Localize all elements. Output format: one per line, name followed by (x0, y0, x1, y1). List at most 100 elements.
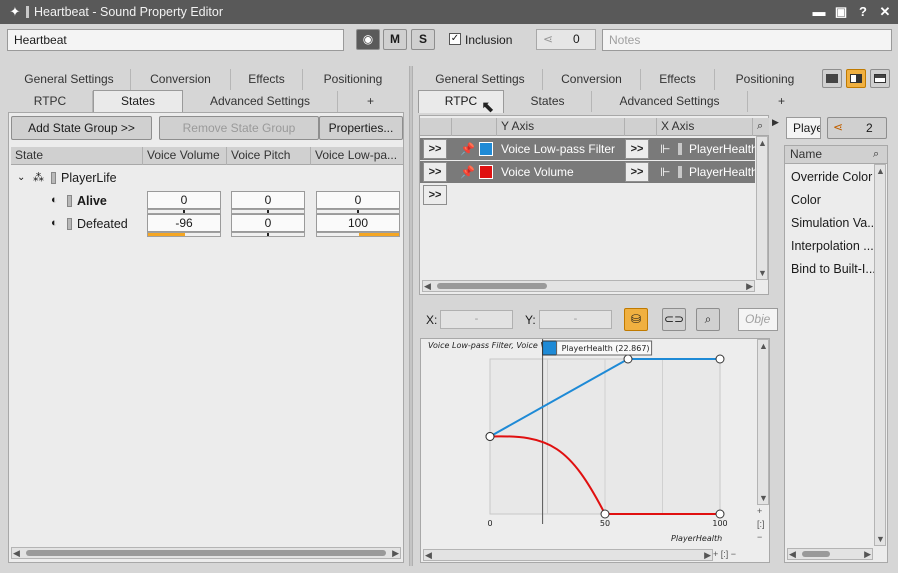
tab-effects[interactable]: Effects (641, 69, 715, 90)
scroll-right-icon[interactable]: ▶ (704, 550, 711, 561)
layout-single-icon[interactable] (822, 69, 842, 88)
help-icon[interactable]: ? (854, 3, 872, 21)
property-item[interactable]: Bind to Built-I... (791, 262, 876, 276)
zoom-icon[interactable]: ⌕ (696, 308, 720, 331)
tab-add[interactable]: + (338, 91, 403, 112)
expand-button[interactable]: >> (423, 139, 447, 159)
pin-icon[interactable]: 📌 (460, 161, 475, 183)
tab-rtpc[interactable]: RTPC (8, 91, 93, 112)
graph-horizontal-scrollbar[interactable]: ◀ ▶ (423, 549, 713, 561)
chevron-down-icon[interactable]: ⌄ (17, 172, 25, 183)
column-state[interactable]: State (11, 147, 143, 165)
link-icon[interactable]: ⊂⊃ (662, 308, 686, 331)
scroll-left-icon[interactable]: ◀ (425, 550, 432, 561)
solo-button[interactable]: S (411, 29, 435, 50)
add-rtpc-button[interactable]: >> (423, 185, 447, 205)
state-value-voice-pitch[interactable]: 0 (231, 191, 305, 209)
graph-zoom-controls[interactable]: + [:] − (757, 505, 765, 544)
search-icon[interactable]: ⌕ (873, 146, 879, 163)
scroll-right-icon[interactable]: ▶ (864, 549, 871, 560)
mute-button[interactable]: M (383, 29, 407, 50)
x-coordinate-field[interactable]: - (440, 310, 513, 329)
tab-positioning[interactable]: Positioning (303, 69, 403, 90)
graph-h-zoom-controls[interactable]: + [:] − (713, 549, 736, 559)
close-icon[interactable]: ✕ (876, 3, 894, 21)
state-value-voice-pitch[interactable]: 0 (231, 214, 305, 232)
state-slider-voice-pitch[interactable] (231, 232, 305, 237)
pin-icon[interactable]: 📌 (460, 138, 475, 160)
zoom-in-icon[interactable]: + (757, 505, 765, 518)
state-value-voice-lowpass[interactable]: 100 (316, 214, 400, 232)
tab-states[interactable]: States (504, 91, 592, 112)
tab-advanced-settings[interactable]: Advanced Settings (183, 91, 338, 112)
column-name[interactable]: Name (790, 147, 822, 161)
rtpc-row[interactable]: >> 📌 Voice Low-pass Filter >> ⊩ PlayerHe… (420, 138, 755, 160)
save-icon[interactable]: ▣ (832, 3, 850, 21)
state-value-voice-volume[interactable]: -96 (147, 214, 221, 232)
scroll-up-icon[interactable]: ▲ (876, 166, 885, 176)
scroll-down-icon[interactable]: ▼ (758, 268, 767, 278)
tab-conversion[interactable]: Conversion (543, 69, 641, 90)
tab-general-settings[interactable]: General Settings (418, 69, 543, 90)
scroll-thumb[interactable] (802, 551, 830, 557)
expand-button[interactable]: >> (625, 162, 649, 182)
scroll-right-icon[interactable]: ▶ (746, 281, 753, 292)
share-references-button[interactable]: ⋖ 2 (827, 117, 887, 139)
properties-button[interactable]: Properties... (319, 116, 403, 140)
tab-effects[interactable]: Effects (231, 69, 303, 90)
notes-field[interactable]: Notes (602, 29, 892, 51)
search-icon[interactable]: ⌕ (757, 118, 763, 135)
scroll-thumb[interactable] (26, 550, 386, 556)
property-item[interactable]: Color (791, 193, 821, 207)
remove-state-group-button[interactable]: Remove State Group (159, 116, 319, 140)
object-name-field[interactable]: Heartbeat (7, 29, 344, 51)
object-filter-field[interactable]: Obje (738, 308, 778, 331)
scroll-up-icon[interactable]: ▲ (758, 138, 767, 148)
expand-button[interactable]: >> (423, 162, 447, 182)
property-item[interactable]: Override Color (791, 170, 872, 184)
column-x-axis[interactable]: X Axis (657, 118, 753, 136)
tab-advanced-settings[interactable]: Advanced Settings (592, 91, 748, 112)
state-slider-voice-volume[interactable] (147, 232, 221, 237)
rtpc-horizontal-scrollbar[interactable]: ◀ ▶ (422, 280, 755, 292)
zoom-fit-icon[interactable]: [:] (757, 518, 765, 531)
graph-vertical-scrollbar[interactable]: ▲ ▼ (757, 339, 769, 505)
property-horizontal-scrollbar[interactable]: ◀ ▶ (787, 548, 873, 560)
rtpc-vertical-scrollbar[interactable]: ▲ ▼ (756, 136, 768, 280)
add-state-group-button[interactable]: Add State Group >> (11, 116, 152, 140)
scroll-left-icon[interactable]: ◀ (789, 549, 796, 560)
state-slider-voice-lowpass[interactable] (316, 232, 400, 237)
scroll-left-icon[interactable]: ◀ (424, 281, 431, 292)
rtpc-row[interactable]: >> 📌 Voice Volume >> ⊩ PlayerHealth (420, 161, 755, 183)
scroll-down-icon[interactable]: ▼ (876, 534, 885, 544)
scroll-left-icon[interactable]: ◀ (13, 548, 20, 559)
property-item[interactable]: Simulation Va... (791, 216, 878, 230)
tab-states[interactable]: States (93, 90, 183, 113)
states-horizontal-scrollbar[interactable]: ◀ ▶ (11, 547, 401, 559)
scroll-down-icon[interactable]: ▼ (759, 493, 768, 503)
tab-general-settings[interactable]: General Settings (8, 69, 131, 90)
rtpc-graph[interactable]: Voice Low-pass Filter, Voice V 0 50 100 Pl… (421, 339, 757, 547)
column-y-axis[interactable]: Y Axis (497, 118, 625, 136)
column-voice-volume[interactable]: Voice Volume (143, 147, 227, 165)
expand-button[interactable]: >> (625, 139, 649, 159)
zoom-out-icon[interactable]: − (757, 531, 765, 544)
state-value-voice-volume[interactable]: 0 (147, 191, 221, 209)
folder-icon[interactable]: ▬ (810, 3, 828, 21)
column-voice-pitch[interactable]: Voice Pitch (227, 147, 311, 165)
palette-icon[interactable]: ◉ (356, 29, 380, 50)
y-coordinate-field[interactable]: - (539, 310, 612, 329)
tab-conversion[interactable]: Conversion (131, 69, 231, 90)
layout-split-horizontal-icon[interactable] (870, 69, 890, 88)
property-item[interactable]: Interpolation ... (791, 239, 874, 253)
scroll-up-icon[interactable]: ▲ (759, 341, 768, 351)
collapse-arrow-icon[interactable]: ▶ (772, 117, 779, 128)
state-value-voice-lowpass[interactable]: 0 (316, 191, 400, 209)
scroll-right-icon[interactable]: ▶ (392, 548, 399, 559)
property-filter-field[interactable]: Playe (786, 117, 821, 139)
inclusion-checkbox[interactable]: ✓ (449, 33, 461, 45)
tab-positioning[interactable]: Positioning (715, 69, 815, 90)
property-vertical-scrollbar[interactable]: ▲ ▼ (874, 164, 886, 546)
references-box[interactable]: ⋖ 0 (536, 29, 596, 50)
layout-split-vertical-icon[interactable] (846, 69, 866, 88)
